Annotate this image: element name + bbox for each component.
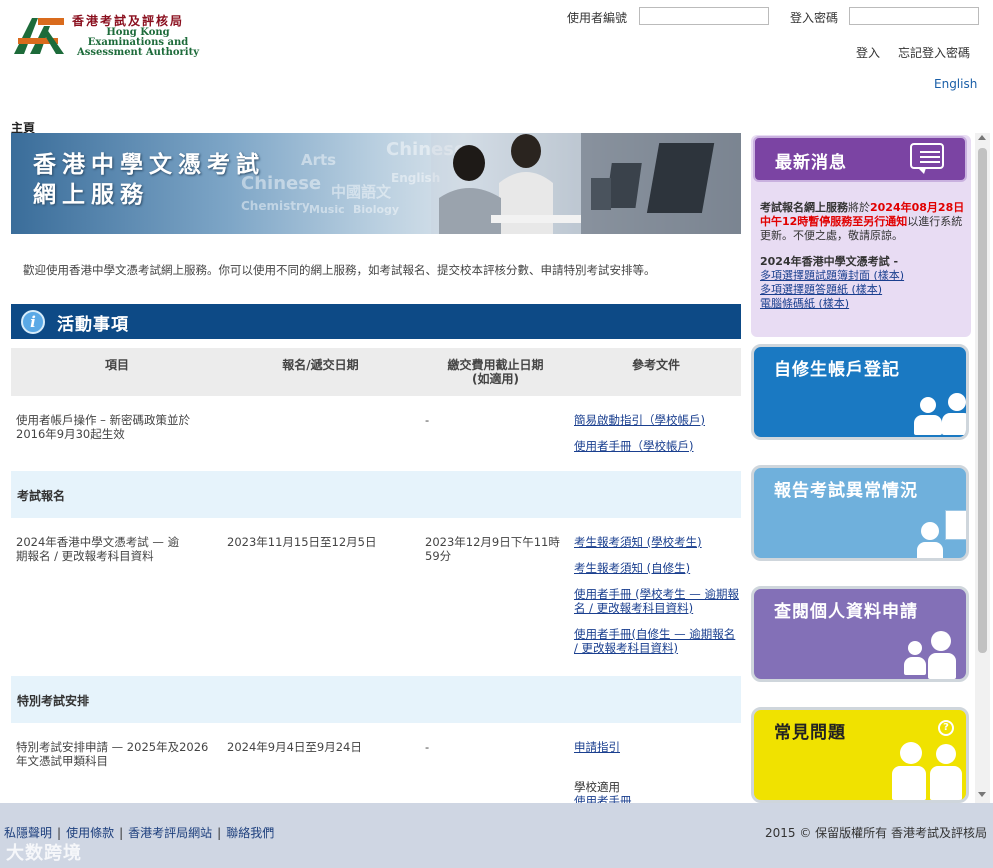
- news-link[interactable]: 電腦條碼紙 (樣本): [760, 297, 965, 311]
- banner-bg-word: Music: [309, 203, 345, 216]
- activity-header: i 活動事項: [11, 304, 741, 339]
- header: 香港考試及評核局 Hong Kong Examinations and Asse…: [0, 0, 993, 135]
- row-docs: 申請指引 學校適用 使用者手冊: [574, 740, 739, 803]
- row-date: 2024年9月4日至9月24日: [227, 740, 362, 754]
- user-id-input[interactable]: [639, 7, 769, 25]
- row-item: 2024年香港中學文憑考試 — 逾期報名 / 更改報考科目資料: [16, 535, 180, 563]
- password-input[interactable]: [849, 7, 979, 25]
- banner-bg-word: Biology: [353, 203, 400, 216]
- row-docs: 簡易啟動指引（學校帳戶) 使用者手冊（學校帳戶): [574, 413, 739, 453]
- row-fee-deadline: -: [425, 413, 430, 427]
- people-icon: [904, 629, 959, 679]
- doc-link[interactable]: 簡易啟動指引（學校帳戶): [574, 413, 739, 427]
- row-date: 2023年11月15日至12月5日: [227, 535, 377, 549]
- news-item: 考試報名網上服務將於2024年08月28日中午12時暫停服務至另行通知以進行系統…: [760, 201, 965, 243]
- column-header-fee-deadline: 繳交費用截止日期 (如適用): [447, 358, 544, 386]
- doc-link[interactable]: 使用者手冊（學校帳戶): [574, 439, 739, 453]
- row-fee-deadline: -: [425, 740, 430, 754]
- doc-link[interactable]: 使用者手冊: [574, 794, 739, 803]
- column-header-docs: 參考文件: [631, 358, 680, 372]
- banner-bg-word: Arts: [301, 151, 337, 169]
- table-row: 特別考試安排申請 — 2025年及2026年文憑試甲類科目 2024年9月4日至…: [11, 723, 741, 803]
- banner-bg-word: 中國語文: [331, 183, 392, 201]
- news-header: 最新消息: [753, 136, 967, 182]
- news-panel: 最新消息 考試報名網上服務將於2024年08月28日中午12時暫停服務至另行通知…: [751, 135, 971, 337]
- school-label: 學校適用: [574, 780, 620, 794]
- private-candidate-registration-button[interactable]: 自修生帳戶登記: [751, 344, 969, 440]
- privacy-policy-link[interactable]: 私隱聲明: [4, 826, 52, 840]
- main-content: Chinese Arts Chinese Chemistry Music Bio…: [11, 133, 741, 803]
- sidebar: 最新消息 考試報名網上服務將於2024年08月28日中午12時暫停服務至另行通知…: [751, 135, 971, 803]
- news-text: 將於: [848, 201, 870, 214]
- table-row: 使用者帳戶操作 – 新密碼政策並於2016年9月30起生效 - 簡易啟動指引（學…: [11, 396, 741, 471]
- row-fee-deadline: 2023年12月9日下午11時59分: [425, 535, 560, 563]
- promo-title: 自修生帳戶登記: [774, 360, 900, 380]
- faq-button[interactable]: 常見問題 ?: [751, 707, 969, 803]
- activity-table: 項目 報名/遞交日期 繳交費用截止日期 (如適用) 參考文件 使用者帳戶操作 –…: [11, 348, 741, 803]
- english-language-link[interactable]: English: [934, 77, 977, 91]
- watermark: 大数跨境: [6, 843, 82, 864]
- doc-link[interactable]: 考生報考須知 (學校考生): [574, 535, 739, 549]
- footer: 私隱聲明 | 使用條款 | 香港考評局網站 | 聯絡我們 2015 © 保留版權所有 香港考…: [0, 803, 993, 868]
- news-link[interactable]: 多項選擇題答題紙 (樣本): [760, 283, 965, 297]
- activity-title: 活動事項: [57, 315, 129, 335]
- hkeaa-website-link[interactable]: 香港考評局網站: [128, 826, 212, 840]
- welcome-text: 歡迎使用香港中學文憑考試網上服務。你可以使用不同的網上服務，如考試報名、提交校本…: [11, 234, 741, 304]
- column-header-item: 項目: [104, 358, 129, 372]
- scroll-down-arrow-icon[interactable]: [978, 792, 986, 797]
- info-icon: i: [21, 310, 45, 334]
- forgot-password-link[interactable]: 忘記登入密碼: [898, 44, 970, 61]
- news-link[interactable]: 多項選擇題試題簿封面 (樣本): [760, 269, 965, 283]
- vertical-scrollbar[interactable]: [975, 133, 990, 803]
- news-body: 考試報名網上服務將於2024年08月28日中午12時暫停服務至另行通知以進行系統…: [760, 201, 965, 311]
- section-title: 考試報名: [17, 489, 66, 503]
- news-subtitle: 2024年香港中學文憑考試 -: [760, 255, 899, 268]
- user-id-label: 使用者編號: [567, 11, 628, 25]
- news-title: 最新消息: [775, 153, 847, 173]
- banner-students-photo: [431, 133, 741, 234]
- section-header: 特別考試安排: [11, 676, 741, 723]
- column-header-date: 報名/遞交日期: [282, 358, 359, 372]
- banner-title-line2: 網上服務: [33, 182, 149, 208]
- page: 香港考試及評核局 Hong Kong Examinations and Asse…: [0, 0, 993, 868]
- scroll-up-arrow-icon[interactable]: [978, 135, 986, 140]
- report-exam-irregularity-button[interactable]: 報告考試異常情況: [751, 465, 969, 561]
- question-people-icon: ?: [892, 720, 966, 800]
- promo-title: 常見問題: [774, 723, 846, 743]
- promo-title: 報告考試異常情況: [774, 481, 918, 501]
- doc-link[interactable]: 使用者手冊(自修生 — 逾期報名 / 更改報考科目資料): [574, 627, 739, 655]
- contact-us-link[interactable]: 聯絡我們: [226, 826, 274, 840]
- doc-link[interactable]: 使用者手冊 (學校考生 — 逾期報名 / 更改報考科目資料): [574, 587, 739, 615]
- password-label: 登入密碼: [790, 11, 839, 25]
- doc-link[interactable]: 申請指引: [574, 740, 739, 754]
- speech-bubble-icon: [910, 143, 944, 174]
- hkeaa-logo-icon: [14, 18, 64, 54]
- row-item: 使用者帳戶操作 – 新密碼政策並於2016年9月30起生效: [16, 413, 191, 441]
- news-text-bold: 考試報名網上服務: [760, 201, 848, 214]
- section-header: 考試報名: [11, 471, 741, 518]
- row-item: 特別考試安排申請 — 2025年及2026年文憑試甲類科目: [16, 740, 209, 768]
- section-title: 特別考試安排: [17, 694, 90, 708]
- doc-link[interactable]: 考生報考須知 (自修生): [574, 561, 739, 575]
- table-row: 2024年香港中學文憑考試 — 逾期報名 / 更改報考科目資料 2023年11月…: [11, 518, 741, 676]
- promo-title: 查閱個人資料申請: [774, 602, 918, 622]
- copyright-text: 2015 © 保留版權所有 香港考試及評核局: [765, 826, 987, 840]
- people-icon: [914, 393, 966, 437]
- banner: Chinese Arts Chinese Chemistry Music Bio…: [11, 133, 741, 234]
- banner-bg-word: Chemistry: [241, 199, 310, 213]
- personal-data-request-button[interactable]: 查閱個人資料申請: [751, 586, 969, 682]
- logo-english-name: Hong Kong Examinations and Assessment Au…: [76, 27, 200, 58]
- table-header: 項目 報名/遞交日期 繳交費用截止日期 (如適用) 參考文件: [11, 348, 741, 396]
- hkeaa-logo[interactable]: 香港考試及評核局 Hong Kong Examinations and Asse…: [10, 12, 200, 62]
- scrollbar-thumb[interactable]: [978, 148, 987, 653]
- login-link[interactable]: 登入: [856, 44, 880, 61]
- banner-title-line1: 香港中學文憑考試: [33, 152, 265, 178]
- person-document-icon: [917, 510, 966, 558]
- row-docs: 考生報考須知 (學校考生) 考生報考須知 (自修生) 使用者手冊 (學校考生 —…: [574, 535, 739, 655]
- terms-of-use-link[interactable]: 使用條款: [66, 826, 114, 840]
